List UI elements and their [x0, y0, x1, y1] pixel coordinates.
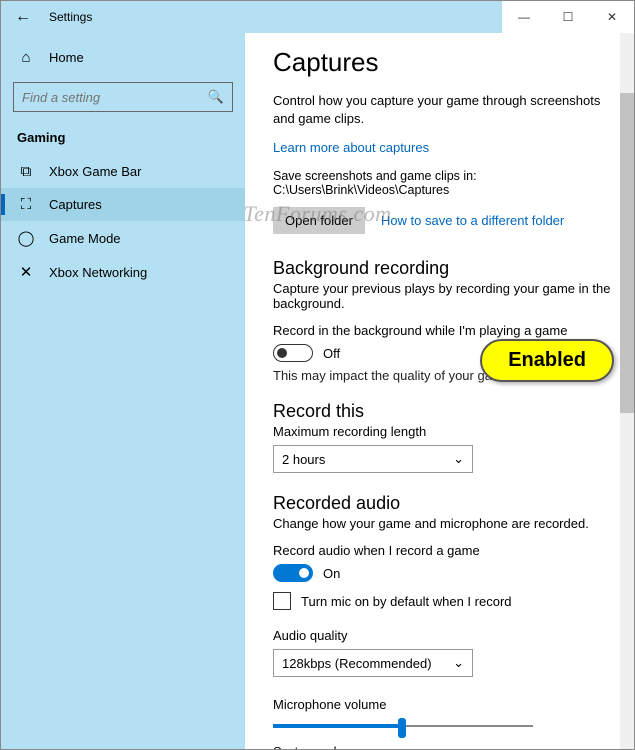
- sidebar-item-captures[interactable]: ⛶ Captures: [1, 188, 245, 221]
- search-box[interactable]: 🔍: [13, 82, 233, 112]
- chevron-down-icon: ⌄: [453, 451, 464, 467]
- titlebar: ← Settings — ☐ ✕: [1, 1, 634, 33]
- enabled-callout: Enabled: [480, 339, 614, 382]
- record-this-heading: Record this: [273, 401, 626, 422]
- bg-toggle[interactable]: [273, 344, 313, 362]
- mic-default-label: Turn mic on by default when I record: [301, 594, 512, 609]
- mic-default-checkbox[interactable]: [273, 592, 291, 610]
- audio-toggle[interactable]: [273, 564, 313, 582]
- recorded-audio-sub: Change how your game and microphone are …: [273, 516, 626, 531]
- page-intro: Control how you capture your game throug…: [273, 92, 613, 128]
- sidebar-item-label: Xbox Game Bar: [49, 164, 142, 179]
- search-input[interactable]: [22, 90, 208, 105]
- networking-icon: ✕: [17, 263, 35, 281]
- home-label: Home: [49, 50, 84, 65]
- game-bar-icon: ⧉: [17, 163, 35, 180]
- content-pane: Captures Control how you capture your ga…: [245, 33, 634, 749]
- audio-toggle-label: Record audio when I record a game: [273, 543, 626, 558]
- close-button[interactable]: ✕: [590, 1, 634, 33]
- mic-volume-slider[interactable]: [273, 716, 533, 736]
- page-title: Captures: [273, 47, 626, 78]
- bg-toggle-label: Record in the background while I'm playi…: [273, 323, 626, 338]
- game-mode-icon: ◯: [17, 229, 35, 247]
- audio-quality-select[interactable]: 128kbps (Recommended) ⌄: [273, 649, 473, 677]
- sidebar-home[interactable]: ⌂ Home: [1, 41, 245, 74]
- sidebar-item-label: Captures: [49, 197, 102, 212]
- background-recording-sub: Capture your previous plays by recording…: [273, 281, 626, 311]
- sidebar-item-xbox-game-bar[interactable]: ⧉ Xbox Game Bar: [1, 155, 245, 188]
- sidebar-item-label: Xbox Networking: [49, 265, 147, 280]
- maximize-button[interactable]: ☐: [546, 1, 590, 33]
- search-icon: 🔍: [208, 89, 224, 105]
- system-volume-label: System volume: [273, 744, 626, 749]
- chevron-down-icon: ⌄: [453, 655, 464, 671]
- captures-icon: ⛶: [17, 196, 35, 213]
- background-recording-heading: Background recording: [273, 258, 626, 279]
- max-length-select[interactable]: 2 hours ⌄: [273, 445, 473, 473]
- max-length-label: Maximum recording length: [273, 424, 626, 439]
- sidebar-item-game-mode[interactable]: ◯ Game Mode: [1, 221, 245, 255]
- bg-toggle-state: Off: [323, 346, 340, 361]
- sidebar-section-header: Gaming: [1, 126, 245, 155]
- minimize-button[interactable]: —: [502, 1, 546, 33]
- learn-more-link[interactable]: Learn more about captures: [273, 140, 626, 155]
- back-button[interactable]: ←: [1, 8, 45, 26]
- sidebar-item-label: Game Mode: [49, 231, 121, 246]
- audio-toggle-state: On: [323, 566, 340, 581]
- window-title: Settings: [45, 10, 502, 24]
- sidebar-item-xbox-networking[interactable]: ✕ Xbox Networking: [1, 255, 245, 289]
- mic-volume-label: Microphone volume: [273, 697, 626, 712]
- audio-quality-label: Audio quality: [273, 628, 626, 643]
- sidebar: ⌂ Home 🔍 Gaming ⧉ Xbox Game Bar ⛶ Captur…: [1, 33, 245, 749]
- audio-quality-value: 128kbps (Recommended): [282, 656, 432, 671]
- home-icon: ⌂: [17, 49, 35, 66]
- max-length-value: 2 hours: [282, 452, 325, 467]
- recorded-audio-heading: Recorded audio: [273, 493, 626, 514]
- save-path-label: Save screenshots and game clips in: C:\U…: [273, 169, 626, 197]
- how-to-save-link[interactable]: How to save to a different folder: [381, 213, 564, 228]
- scrollbar-thumb[interactable]: [620, 93, 634, 413]
- open-folder-button[interactable]: Open folder: [273, 207, 365, 234]
